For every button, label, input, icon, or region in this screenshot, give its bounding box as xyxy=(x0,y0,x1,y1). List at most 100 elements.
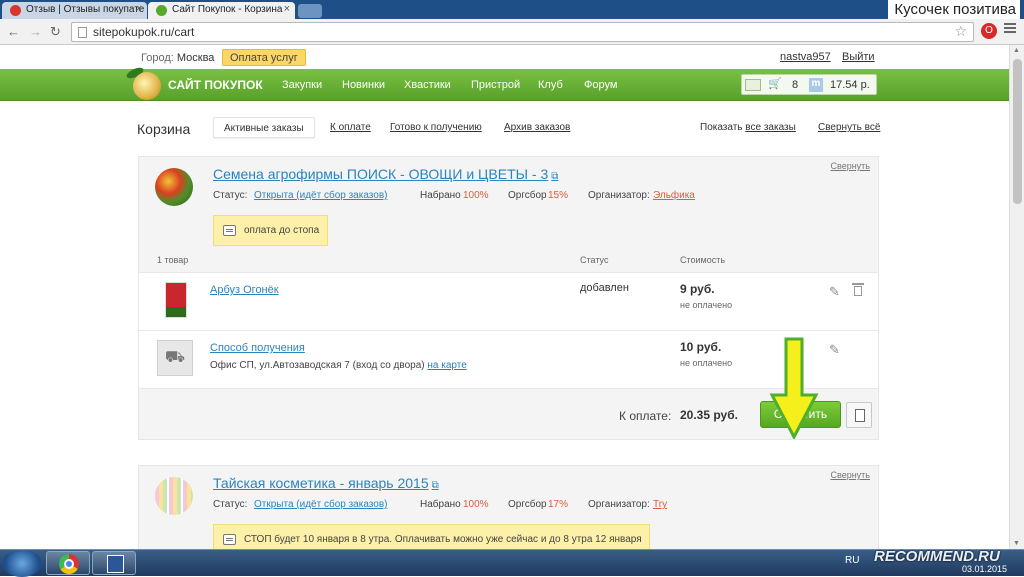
logout-link[interactable]: Выйти xyxy=(842,51,875,63)
order-thumbnail[interactable] xyxy=(155,168,193,206)
address-text: Офис СП, ул.Автозаводская 7 (вход со дво… xyxy=(210,360,425,371)
edit-pencil-icon[interactable]: ✎ xyxy=(829,284,840,300)
close-tab-icon[interactable]: × xyxy=(284,3,290,15)
page-icon xyxy=(78,27,87,38)
christmas-ornament-icon xyxy=(133,72,161,100)
collapse-order-link[interactable]: Свернуть xyxy=(831,161,870,171)
money-icon: m xyxy=(809,78,823,92)
organizer-link[interactable]: Try xyxy=(653,499,667,510)
order-total-bar: К оплате: 20.35 руб. Оплатить xyxy=(139,388,878,440)
calculator-button[interactable] xyxy=(846,402,872,428)
pay-services-button[interactable]: Оплата услуг xyxy=(222,49,306,66)
forward-arrow-icon[interactable]: → xyxy=(29,24,42,39)
site-favicon-icon xyxy=(156,5,167,16)
delivery-payment-status: не оплачено xyxy=(680,358,733,368)
order-thumbnail[interactable] xyxy=(155,477,193,515)
url-text: sitepokupok.ru/cart xyxy=(93,25,195,39)
edit-pencil-icon[interactable]: ✎ xyxy=(829,342,840,358)
show-all-link[interactable]: все заказы xyxy=(745,122,796,133)
username-link[interactable]: nastva957 xyxy=(780,51,831,63)
total-label: К оплате: xyxy=(619,409,672,423)
scroll-down-icon[interactable]: ▼ xyxy=(1013,540,1020,547)
tab-to-pay[interactable]: К оплате xyxy=(330,122,371,133)
tab-active-orders[interactable]: Активные заказы xyxy=(213,117,315,138)
browser-tab-strip: Отзыв | Отзывы покупате × Сайт Покупок -… xyxy=(0,0,1024,19)
delivery-address: Офис СП, ул.Автозаводская 7 (вход со дво… xyxy=(210,360,467,371)
scroll-up-icon[interactable]: ▲ xyxy=(1013,47,1020,54)
order-card: Семена агрофирмы ПОИСК - ОВОЩИ и ЦВЕТЫ -… xyxy=(138,156,879,440)
scrollbar-thumb[interactable] xyxy=(1013,59,1022,204)
taskbar-chrome[interactable] xyxy=(46,551,90,575)
reload-icon[interactable]: ↻ xyxy=(50,24,61,40)
nav-item-new[interactable]: Новинки xyxy=(342,79,385,91)
page-viewport: Город: Москва Оплата услуг nastva957 Вый… xyxy=(0,45,1009,549)
site-logo[interactable]: САЙТ ПОКУПОК xyxy=(168,78,263,92)
browser-tab-title: Отзыв | Отзывы покупате xyxy=(26,4,145,15)
col-cost: Стоимость xyxy=(680,255,726,265)
items-table-header: 1 товар Статус Стоимость xyxy=(157,255,877,273)
tab-archive[interactable]: Архив заказов xyxy=(504,122,570,133)
nav-item-brag[interactable]: Хвастики xyxy=(404,79,451,91)
browser-tab-title: Сайт Покупок - Корзина xyxy=(172,4,283,15)
opera-extension-icon[interactable]: O xyxy=(981,23,997,39)
delivery-method-link[interactable]: Способ получения xyxy=(210,342,305,354)
order-note: оплата до стопа xyxy=(213,215,328,246)
nav-item-forum[interactable]: Форум xyxy=(584,79,617,91)
item-row: Арбуз Огонёк добавлен 9 руб. не оплачено… xyxy=(139,272,878,330)
product-name-link[interactable]: Арбуз Огонёк xyxy=(210,284,279,296)
close-tab-icon[interactable]: × xyxy=(136,3,142,15)
note-text: оплата до стопа xyxy=(244,225,320,236)
show-all-orders[interactable]: Показать все заказы xyxy=(700,122,796,133)
product-image[interactable] xyxy=(165,282,187,318)
col-count: 1 товар xyxy=(157,255,189,265)
os-taskbar: RU RECOMMEND.RU 03.01.2015 xyxy=(0,548,1024,577)
word-icon xyxy=(107,555,124,573)
organizer-link[interactable]: Эльфика xyxy=(653,190,695,201)
tab-ready[interactable]: Готово к получению xyxy=(390,122,482,133)
order-title-link[interactable]: Тайская косметика - январь 2015 ⧉ xyxy=(213,475,439,491)
cart-count[interactable]: 8 xyxy=(792,79,798,91)
order-note: СТОП будет 10 января в 8 утра. Оплачиват… xyxy=(213,524,650,549)
taskbar-word[interactable] xyxy=(92,551,136,575)
browser-menu-icon[interactable] xyxy=(1004,23,1016,35)
language-indicator[interactable]: RU xyxy=(845,555,859,566)
page-scrollbar[interactable]: ▲ ▼ xyxy=(1009,45,1024,549)
watermark: RECOMMEND.RU xyxy=(874,548,1000,565)
browser-tab-cart[interactable]: Сайт Покупок - Корзина × xyxy=(148,2,295,19)
nav-item-club[interactable]: Клуб xyxy=(538,79,563,91)
status-link[interactable]: Открыта (идёт сбор заказов) xyxy=(254,499,387,510)
col-status: Статус xyxy=(580,255,609,265)
trash-icon[interactable] xyxy=(852,283,864,297)
address-bar[interactable]: sitepokupok.ru/cart ☆ xyxy=(71,22,974,42)
external-link-icon[interactable]: ⧉ xyxy=(551,171,558,182)
collapse-all-link[interactable]: Свернуть всё xyxy=(818,122,880,133)
new-tab-button[interactable] xyxy=(298,4,322,18)
status-link[interactable]: Открыта (идёт сбор заказов) xyxy=(254,190,387,201)
city-selector[interactable]: Город: Москва xyxy=(141,52,214,64)
bookmark-star-icon[interactable]: ☆ xyxy=(954,23,967,40)
cart-icon[interactable]: 🛒 xyxy=(768,77,782,90)
fee-label: Оргсбор xyxy=(508,499,547,510)
header-user-widget: 🛒 8 m 17.54 р. xyxy=(741,74,877,95)
clock-date[interactable]: 03.01.2015 xyxy=(962,564,1007,574)
collapse-order-link[interactable]: Свернуть xyxy=(831,470,870,480)
account-balance[interactable]: 17.54 р. xyxy=(830,79,870,91)
note-text: СТОП будет 10 января в 8 утра. Оплачиват… xyxy=(244,534,642,545)
fee-value: 17% xyxy=(548,499,569,510)
calculator-icon xyxy=(855,409,865,422)
fee-label: Оргсбор xyxy=(508,190,547,201)
review-favicon-icon xyxy=(10,5,21,16)
status-label: Статус: xyxy=(213,499,248,510)
mail-icon[interactable] xyxy=(745,79,761,91)
back-arrow-icon[interactable]: ← xyxy=(7,24,20,39)
corner-caption: Кусочек позитива xyxy=(888,0,1020,19)
external-link-icon[interactable]: ⧉ xyxy=(432,480,439,491)
order-title-link[interactable]: Семена агрофирмы ПОИСК - ОВОЩИ и ЦВЕТЫ -… xyxy=(213,166,558,182)
collected-value: 100% xyxy=(463,499,489,510)
nav-item-purchases[interactable]: Закупки xyxy=(282,79,322,91)
start-button[interactable] xyxy=(2,550,42,577)
map-link[interactable]: на карте xyxy=(427,360,466,371)
nav-item-resale[interactable]: Пристрой xyxy=(471,79,520,91)
browser-tab-review[interactable]: Отзыв | Отзывы покупате × xyxy=(2,2,147,19)
site-top-line: Город: Москва Оплата услуг nastva957 Вый… xyxy=(0,45,1009,69)
